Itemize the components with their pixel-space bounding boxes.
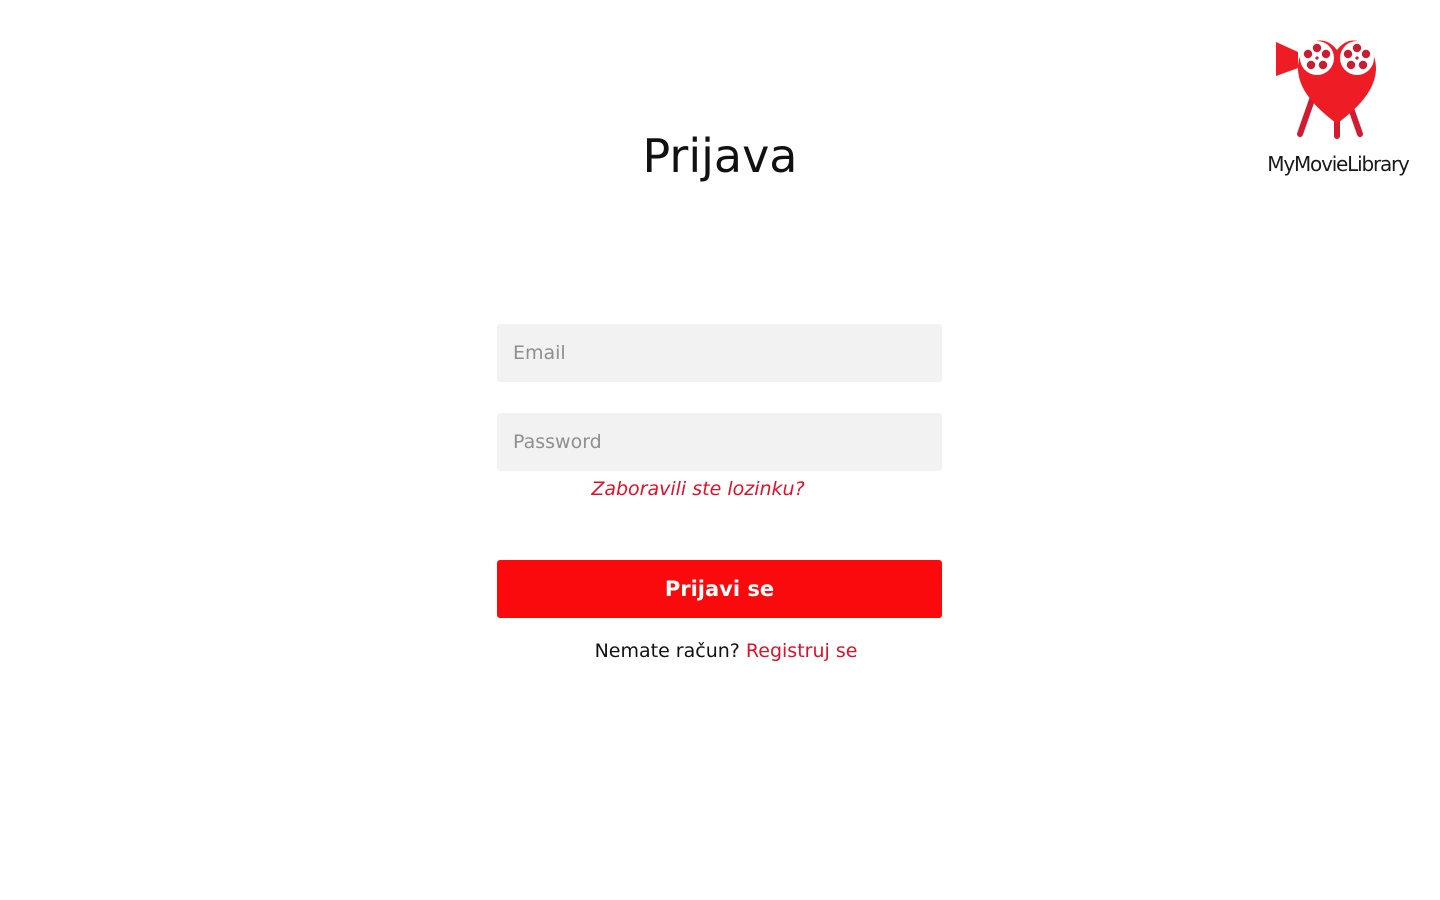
login-page: MyMovieLibrary Prijava Zaboravili ste lo… [0,0,1440,900]
email-input[interactable] [497,324,942,382]
register-prompt: Nemate račun? Registruj se [497,640,955,662]
heart-film-reel-camera-icon [1276,40,1376,139]
password-input[interactable] [497,413,942,471]
register-link[interactable]: Registruj se [746,640,858,662]
forgot-password-link[interactable]: Zaboravili ste lozinku? [497,478,899,500]
page-title: Prijava [642,129,798,183]
no-account-text: Nemate račun? [594,640,740,662]
login-button[interactable]: Prijavi se [497,560,942,618]
